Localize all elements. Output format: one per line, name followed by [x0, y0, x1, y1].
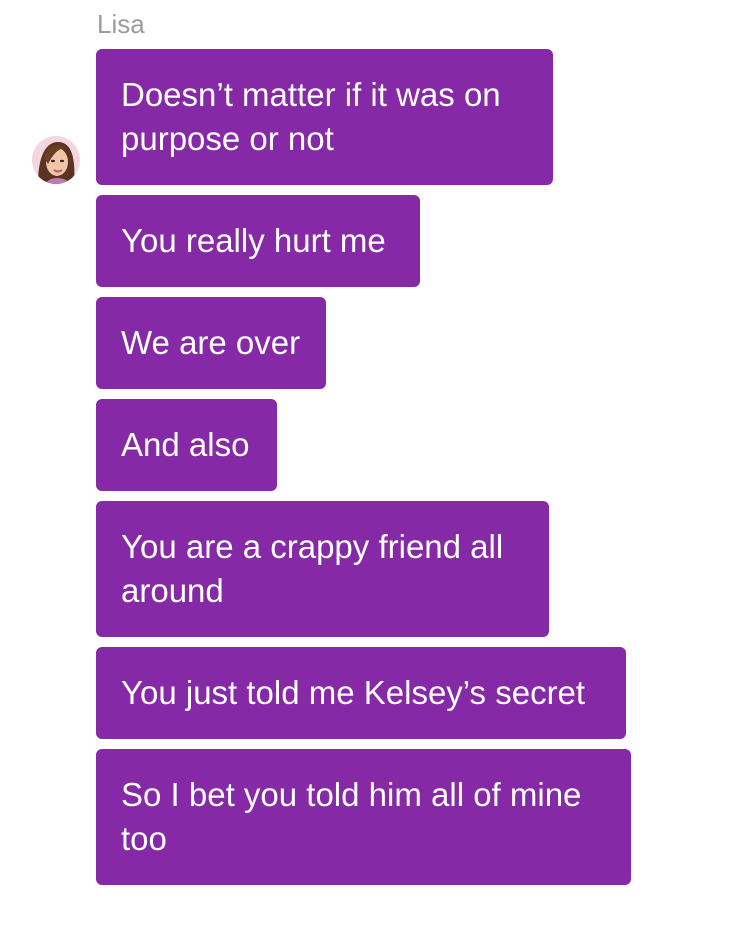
message-bubble[interactable]: And also [96, 399, 277, 491]
message-line: around [121, 572, 224, 609]
message-line: We are over [121, 324, 301, 361]
message-bubble[interactable]: We are over [96, 297, 326, 389]
message-line: Doesn’t matter if it was on [121, 76, 501, 113]
message-line: You just told me Kelsey’s secret [121, 674, 586, 711]
sender-name: Lisa [97, 9, 145, 39]
avatar-woman-icon [32, 136, 80, 184]
message-line: So I bet you told him all of mine [121, 776, 582, 813]
message-bubble[interactable]: You just told me Kelsey’s secret [96, 647, 626, 739]
message-line: too [121, 820, 167, 857]
avatar-icon[interactable] [32, 136, 80, 184]
message-bubble[interactable]: So I bet you told him all of mine too [96, 749, 631, 885]
message-line: You are a crappy friend all [121, 528, 504, 565]
message-bubble[interactable]: You really hurt me [96, 195, 420, 287]
message-bubble[interactable]: You are a crappy friend all around [96, 501, 549, 637]
message-bubble[interactable]: Doesn’t matter if it was on purpose or n… [96, 49, 553, 185]
message-line: purpose or not [121, 120, 334, 157]
message-line: You really hurt me [121, 222, 386, 259]
message-line: And also [121, 426, 250, 463]
